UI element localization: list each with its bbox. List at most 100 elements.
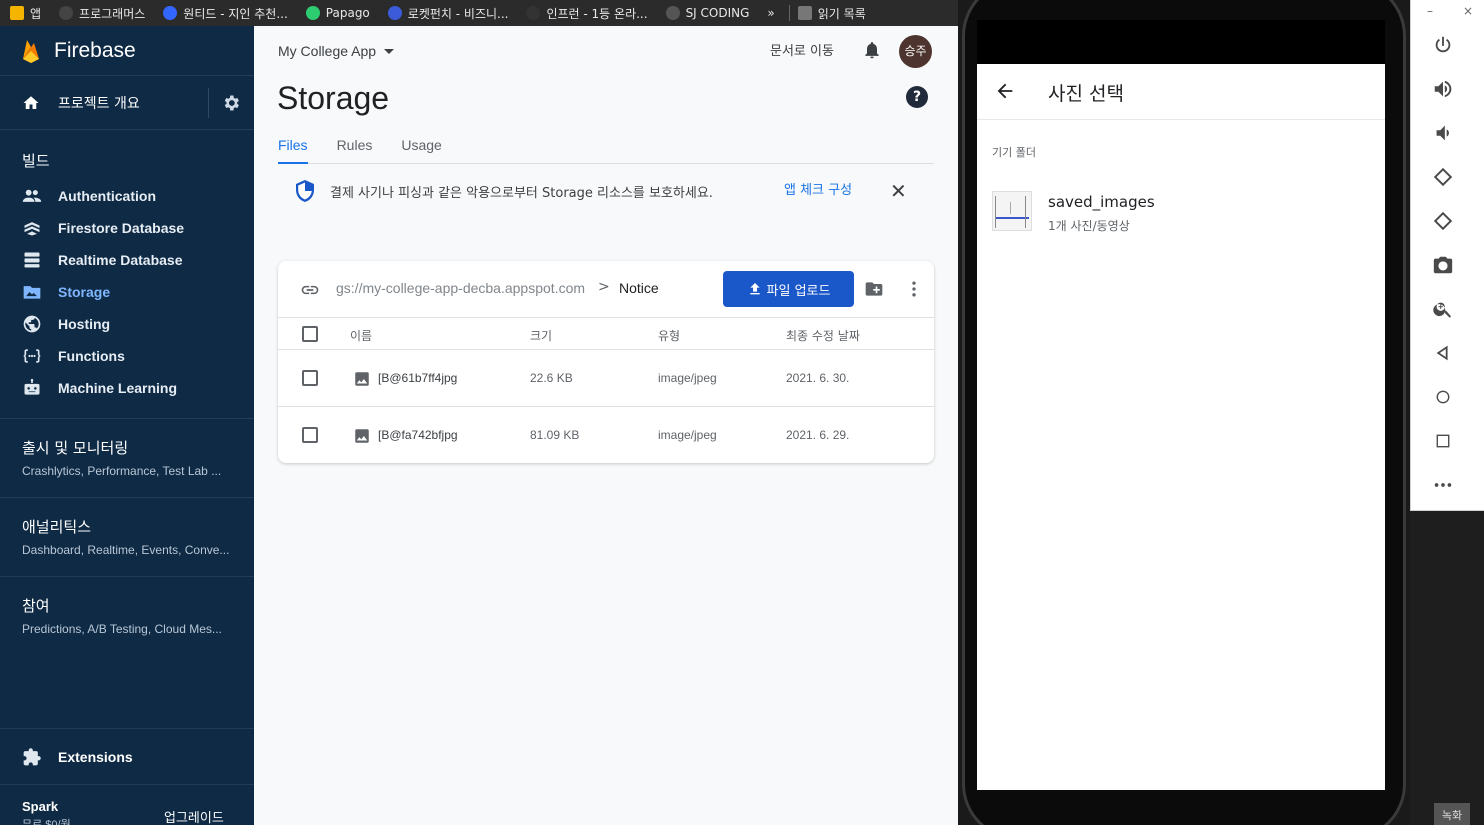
tab-usage[interactable]: Usage: [401, 130, 441, 164]
bookmark-sjcoding[interactable]: SJ CODING: [665, 6, 749, 20]
close-icon[interactable]: ✕: [890, 179, 907, 203]
project-selector[interactable]: My College App: [278, 43, 395, 59]
programmers-icon: [59, 6, 74, 20]
device-folders-label: 기기 폴더: [992, 146, 1036, 159]
zoom-icon[interactable]: [1432, 298, 1454, 320]
power-icon[interactable]: [1432, 34, 1454, 56]
bookmark-wanted[interactable]: 원티드 - 지인 추천...: [163, 5, 288, 22]
row-checkbox[interactable]: [302, 427, 318, 443]
sidebar-group-engage[interactable]: 참여 Predictions, A/B Testing, Cloud Mes..…: [0, 576, 254, 655]
project-overview-label: 프로젝트 개요: [58, 95, 140, 112]
upgrade-button[interactable]: 업그레이드: [164, 807, 224, 825]
current-folder[interactable]: Notice: [619, 280, 659, 296]
bookmarks-bar: 앱 프로그래머스 원티드 - 지인 추천... Papago 로켓펀치 - 비즈…: [0, 0, 958, 26]
sidebar-item-realtime-database[interactable]: Realtime Database: [0, 244, 254, 276]
phone-screen: 사진 선택 기기 폴더 saved_images 1개 사진/동영상: [977, 64, 1385, 790]
back-arrow-icon[interactable]: [994, 80, 1016, 102]
firebase-sidebar: Firebase 프로젝트 개요 빌드 Authentication Fires…: [0, 26, 254, 825]
column-size[interactable]: 크기: [530, 327, 552, 344]
sidebar-item-functions[interactable]: Functions: [0, 340, 254, 372]
column-modified[interactable]: 최종 수정 날짜: [786, 327, 860, 344]
files-card: gs://my-college-app-decba.appspot.com > …: [278, 261, 934, 463]
avatar[interactable]: 승주: [899, 35, 932, 68]
file-name[interactable]: [B@fa742bfjpg: [378, 428, 458, 442]
papago-icon: [305, 6, 320, 20]
link-icon[interactable]: [300, 280, 320, 300]
tab-rules[interactable]: Rules: [337, 130, 373, 164]
file-modified: 2021. 6. 30.: [786, 371, 850, 385]
rotate-left-icon[interactable]: [1432, 166, 1454, 188]
gear-icon[interactable]: [221, 93, 241, 113]
more-horiz-icon[interactable]: [1432, 474, 1454, 496]
apps-grid-icon: [10, 6, 24, 20]
table-row[interactable]: [B@fa742bfjpg 81.09 KB image/jpeg 2021. …: [278, 407, 934, 464]
select-all-checkbox[interactable]: [302, 326, 318, 342]
close-window-button[interactable]: ×: [1463, 4, 1473, 18]
back-triangle-icon[interactable]: [1432, 342, 1454, 364]
camera-icon[interactable]: [1432, 254, 1454, 276]
plan-section: Spark 무료 $0/월 업그레이드: [0, 784, 254, 825]
thumbnail-line: [995, 196, 996, 228]
upload-file-button[interactable]: 파일 업로드: [723, 271, 854, 307]
chevron-right-icon: >: [598, 279, 610, 295]
help-icon[interactable]: ?: [906, 86, 928, 108]
thumbnail-line: [1010, 202, 1011, 214]
column-name[interactable]: 이름: [350, 327, 372, 344]
sidebar-item-authentication[interactable]: Authentication: [0, 180, 254, 212]
sidebar-item-firestore[interactable]: Firestore Database: [0, 212, 254, 244]
sidebar-item-storage[interactable]: Storage: [0, 276, 254, 308]
sidebar-item-machine-learning[interactable]: Machine Learning: [0, 372, 254, 404]
overview-divider: [208, 88, 209, 118]
sidebar-group-release[interactable]: 출시 및 모니터링 Crashlytics, Performance, Test…: [0, 418, 254, 497]
sidebar-item-hosting[interactable]: Hosting: [0, 308, 254, 340]
volume-down-icon[interactable]: [1432, 122, 1454, 144]
bookmark-programmers[interactable]: 프로그래머스: [59, 5, 145, 22]
bucket-path[interactable]: gs://my-college-app-decba.appspot.com: [336, 280, 585, 296]
firebase-brand-text: Firebase: [54, 38, 136, 62]
folder-item-count: 1개 사진/동영상: [1048, 219, 1130, 233]
bookmark-reading-list[interactable]: 읽기 목록: [797, 5, 866, 22]
group-title: 참여: [22, 597, 50, 615]
table-row[interactable]: [B@61b7ff4jpg 22.6 KB image/jpeg 2021. 6…: [278, 350, 934, 407]
group-title: 애널리틱스: [22, 518, 92, 536]
sidebar-item-extensions[interactable]: Extensions: [0, 728, 254, 784]
record-button[interactable]: 녹화: [1434, 803, 1470, 825]
group-subtitle: Predictions, A/B Testing, Cloud Mes...: [22, 622, 222, 636]
new-folder-icon[interactable]: [864, 279, 884, 299]
rotate-right-icon[interactable]: [1432, 210, 1454, 232]
file-size: 81.09 KB: [530, 428, 580, 442]
minimize-button[interactable]: –: [1427, 4, 1433, 18]
bookmark-rocketpunch[interactable]: 로켓펀치 - 비즈니...: [387, 5, 508, 22]
table-header: 이름 크기 유형 최종 수정 날짜: [278, 318, 934, 350]
file-name[interactable]: [B@61b7ff4jpg: [378, 371, 457, 385]
tab-files[interactable]: Files: [278, 130, 308, 164]
banner-message: 결제 사기나 피싱과 같은 악용으로부터 Storage 리소스를 보호하세요.: [330, 185, 713, 201]
firebase-logo[interactable]: Firebase: [0, 26, 254, 76]
bookmark-apps[interactable]: 앱: [10, 5, 41, 22]
functions-icon: [22, 349, 42, 363]
home-circle-icon[interactable]: [1432, 386, 1454, 408]
row-checkbox[interactable]: [302, 370, 318, 386]
bookmark-papago[interactable]: Papago: [305, 6, 370, 20]
folder-name[interactable]: saved_images: [1048, 193, 1155, 211]
files-card-header: gs://my-college-app-decba.appspot.com > …: [278, 261, 934, 318]
volume-up-icon[interactable]: [1432, 78, 1454, 100]
globe-icon: [23, 315, 41, 333]
bookmarks-overflow-button[interactable]: »: [767, 6, 774, 20]
configure-app-check-link[interactable]: 앱 체크 구성: [784, 179, 852, 198]
project-overview-row[interactable]: 프로젝트 개요: [0, 76, 254, 130]
column-type[interactable]: 유형: [658, 327, 680, 344]
bookmark-inflearn[interactable]: 인프런 - 1등 온라...: [526, 5, 648, 22]
docs-link[interactable]: 문서로 이동: [770, 40, 834, 59]
firestore-icon: [24, 222, 40, 236]
folder-thumbnail[interactable]: [992, 191, 1032, 231]
bookmarks-divider: [788, 5, 790, 21]
sjcoding-icon: [665, 6, 680, 20]
rocketpunch-icon: [387, 6, 402, 20]
more-vert-icon[interactable]: [904, 277, 924, 301]
image-file-icon: [355, 372, 369, 386]
overview-square-icon[interactable]: [1432, 430, 1454, 452]
bell-icon[interactable]: [862, 40, 882, 60]
sidebar-group-analytics[interactable]: 애널리틱스 Dashboard, Realtime, Events, Conve…: [0, 497, 254, 576]
